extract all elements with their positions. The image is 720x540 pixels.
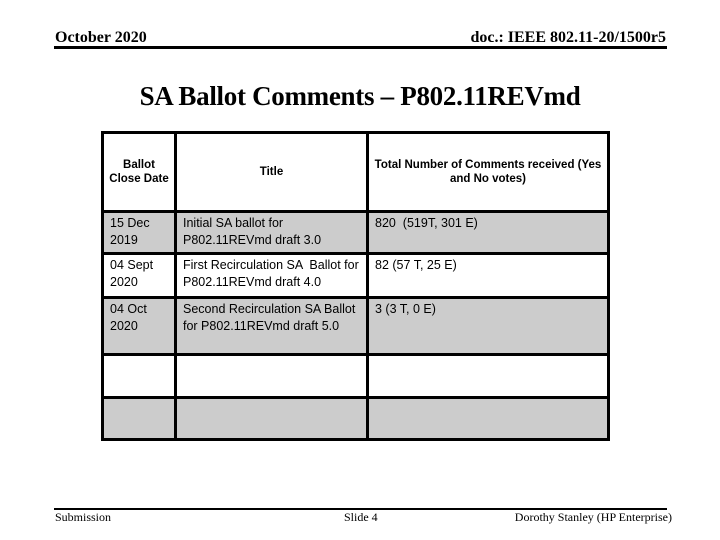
table-row: 04 Sept 2020 First Recirculation SA Ball… — [101, 252, 610, 299]
cell-comment-count: 3 (3 T, 0 E) — [366, 296, 610, 356]
table-row-empty — [101, 353, 610, 399]
cell-comment-count — [366, 396, 610, 441]
cell-close-date — [101, 396, 177, 441]
cell-close-date: 04 Oct 2020 — [101, 296, 177, 356]
cell-title: Initial SA ballot for P802.11REVmd draft… — [174, 210, 369, 255]
cell-close-date: 04 Sept 2020 — [101, 252, 177, 299]
footer-submission: Submission — [55, 510, 112, 524]
header-divider — [54, 46, 667, 49]
slide-title: SA Ballot Comments – P802.11REVmd — [139, 81, 581, 111]
ballot-comments-table: Ballot Close Date Title Total Number of … — [101, 131, 610, 441]
cell-comment-count: 82 (57 T, 25 E) — [366, 252, 610, 299]
cell-comment-count: 820 (519T, 301 E) — [366, 210, 610, 255]
header-date: October 2020 — [55, 29, 147, 46]
column-header-comment-count: Total Number of Comments received (Yes a… — [366, 131, 610, 213]
table-header-row: Ballot Close Date Title Total Number of … — [101, 131, 610, 213]
footer-slide-number: Slide 4 — [344, 510, 378, 524]
cell-close-date — [101, 353, 177, 399]
column-header-title: Title — [174, 131, 369, 213]
footer-author: Dorothy Stanley (HP Enterprise) — [514, 510, 672, 524]
cell-title — [174, 396, 369, 441]
cell-title: First Recirculation SA Ballot for P802.1… — [174, 252, 369, 299]
cell-comment-count — [366, 353, 610, 399]
table-row: 04 Oct 2020 Second Recirculation SA Ball… — [101, 296, 610, 356]
cell-title — [174, 353, 369, 399]
table-row: 15 Dec 2019 Initial SA ballot for P802.1… — [101, 210, 610, 255]
cell-close-date: 15 Dec 2019 — [101, 210, 177, 255]
cell-title: Second Recirculation SA Ballot for P802.… — [174, 296, 369, 356]
header-doc-id: doc.: IEEE 802.11-20/1500r5 — [470, 29, 666, 46]
column-header-close-date: Ballot Close Date — [101, 131, 177, 213]
table-row-empty — [101, 396, 610, 441]
